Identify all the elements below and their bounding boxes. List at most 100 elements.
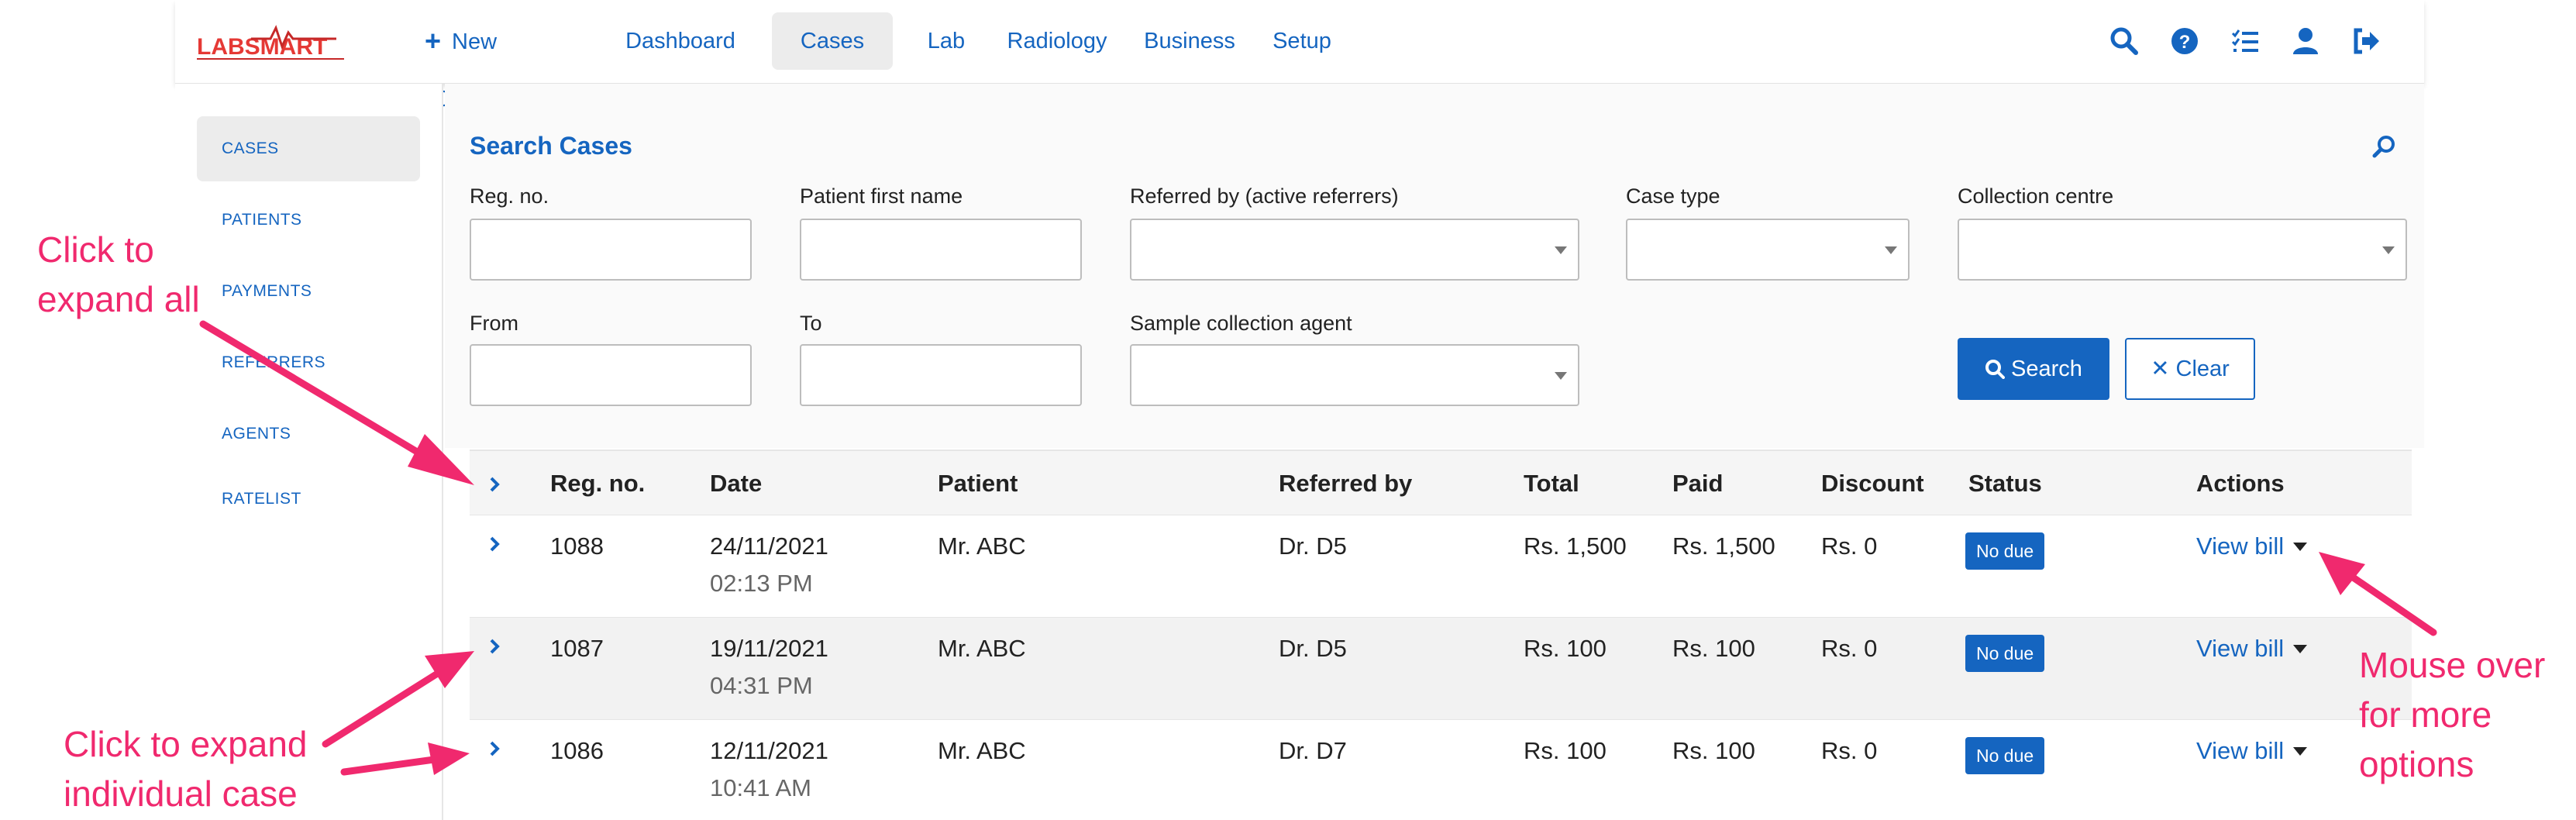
view-bill-link[interactable]: View bill [2196,635,2308,663]
header-referred-by[interactable]: Referred by [1279,470,1412,498]
cell-total: Rs. 100 [1524,737,1607,764]
cell-time: 10:41 AM [710,774,811,801]
header-reg-no[interactable]: Reg. no. [550,470,645,498]
view-bill-label: View bill [2196,635,2285,662]
nav-new-case[interactable]: +New Case [425,12,497,112]
referred-by-select[interactable] [1130,219,1579,281]
cell-reg-no: 1086 [550,737,604,764]
table-row: 1087 19/11/2021 04:31 PM Mr. ABC Dr. D5 … [470,617,2412,719]
case-type-select[interactable] [1626,219,1910,281]
caret-down-icon[interactable] [2293,543,2308,551]
nav-radiology[interactable]: Radiology [1003,12,1111,70]
caret-down-icon[interactable] [2293,747,2308,756]
cell-time: 02:13 PM [710,570,813,597]
nav-dashboard[interactable]: Dashboard [623,12,738,70]
reg-no-input[interactable] [470,219,752,281]
checklist-icon[interactable] [2230,26,2260,56]
annotation-line: Click to expand [64,724,308,764]
cell-date: 24/11/2021 [710,532,828,560]
chevron-right-icon[interactable] [485,534,505,554]
header-paid[interactable]: Paid [1672,470,1723,498]
header-patient[interactable]: Patient [938,470,1018,498]
header-discount[interactable]: Discount [1821,470,1924,498]
header-status[interactable]: Status [1968,470,2042,498]
caret-down-icon[interactable] [2293,645,2308,653]
status-badge: No due [1965,532,2045,570]
sidebar-item-payments[interactable]: PAYMENTS [197,259,420,324]
reg-no-label: Reg. no. [470,184,549,208]
collection-centre-label: Collection centre [1958,184,2114,208]
cell-patient: Mr. ABC [938,737,1026,764]
sidebar: CASES PATIENTS PAYMENTS REFERRERS AGENTS… [175,84,443,820]
nav-business[interactable]: Business [1139,12,1240,70]
caret-down-icon [1555,372,1567,380]
cell-paid: Rs. 100 [1672,737,1755,764]
referred-by-label: Referred by (active referrers) [1130,184,1399,208]
cell-paid: Rs. 100 [1672,635,1755,662]
agent-select[interactable] [1130,344,1579,406]
svg-text:?: ? [2179,32,2191,53]
view-bill-link[interactable]: View bill [2196,532,2308,560]
sidebar-item-cases[interactable]: CASES [197,116,420,181]
collection-centre-select[interactable] [1958,219,2407,281]
header-total[interactable]: Total [1524,470,1579,498]
search-icon[interactable] [2109,26,2139,56]
sidebar-item-patients[interactable]: PATIENTS [197,188,420,253]
cell-date: 19/11/2021 [710,635,828,662]
caret-down-icon [1555,246,1567,254]
chevron-right-icon[interactable] [485,739,505,759]
from-date-input[interactable] [470,344,752,406]
table-header: Reg. no. Date Patient Referred by Total … [470,450,2412,515]
table-row: 1088 24/11/2021 02:13 PM Mr. ABC Dr. D5 … [470,515,2412,617]
cell-paid: Rs. 1,500 [1672,532,1775,560]
logout-icon[interactable] [2351,26,2381,56]
labsmart-logo[interactable]: LABSMART [197,23,352,62]
top-navbar: LABSMART +New Case Dashboard Cases Lab R… [175,0,2424,112]
search-toggle-icon[interactable] [2371,133,2398,160]
help-icon[interactable]: ? [2170,26,2199,56]
agent-label: Sample collection agent [1130,312,1352,335]
nav-setup[interactable]: Setup [1265,12,1339,70]
clear-button[interactable]: ✕ Clear [2125,338,2255,400]
cell-discount: Rs. 0 [1821,532,1878,560]
search-button[interactable]: Search [1958,338,2109,400]
header-date[interactable]: Date [710,470,762,498]
first-name-label: Patient first name [800,184,963,208]
status-badge: No due [1965,737,2045,774]
sidebar-item-agents[interactable]: AGENTS [197,401,420,467]
case-type-label: Case type [1626,184,1720,208]
search-icon [1985,360,2006,379]
close-icon: ✕ [2151,357,2170,381]
user-icon[interactable] [2291,26,2320,56]
annotation-line: expand all [37,279,200,319]
annotation-expand-all: Click to expand all [37,225,200,324]
annotation-line: individual case [64,773,298,814]
chevron-right-icon[interactable] [485,636,505,656]
nav-lab[interactable]: Lab [919,12,973,70]
view-bill-label: View bill [2196,532,2285,560]
first-name-input[interactable] [800,219,1082,281]
cell-reg-no: 1088 [550,532,604,560]
from-label: From [470,312,518,335]
to-label: To [800,312,822,335]
cell-referred-by: Dr. D5 [1279,532,1347,560]
cell-discount: Rs. 0 [1821,737,1878,764]
sidebar-item-referrers[interactable]: REFERRERS [197,330,420,395]
cell-patient: Mr. ABC [938,635,1026,662]
annotation-line: Click to [37,229,154,270]
search-button-label: Search [2011,357,2082,381]
view-bill-link[interactable]: View bill [2196,737,2308,765]
sidebar-item-ratelist[interactable]: RATELIST [197,467,420,532]
cell-date: 12/11/2021 [710,737,828,764]
cell-reg-no: 1087 [550,635,604,662]
cell-referred-by: Dr. D7 [1279,737,1347,764]
cell-referred-by: Dr. D5 [1279,635,1347,662]
nav-cases[interactable]: Cases [772,12,893,70]
caret-down-icon [1885,246,1897,254]
header-actions: Actions [2196,470,2285,497]
annotation-line: for more [2359,694,2492,735]
annotation-expand-one: Click to expand individual case [64,719,308,818]
cell-total: Rs. 100 [1524,635,1607,662]
to-date-input[interactable] [800,344,1082,406]
chevron-right-icon[interactable] [485,474,505,494]
